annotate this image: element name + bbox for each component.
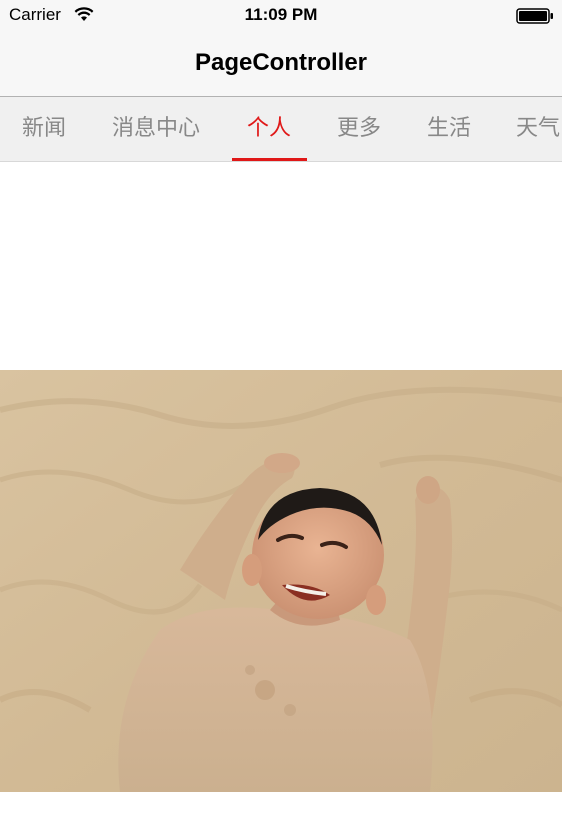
tab-more[interactable]: 更多: [337, 97, 381, 161]
page-content[interactable]: [0, 162, 562, 815]
status-time: 11:09 PM: [244, 5, 318, 24]
tab-life[interactable]: 生活: [427, 97, 471, 161]
tab-personal[interactable]: 个人: [247, 97, 291, 161]
tab-message-center[interactable]: 消息中心: [112, 97, 200, 161]
tab-news[interactable]: 新闻: [22, 97, 66, 161]
battery-icon: [516, 8, 553, 24]
active-tab-indicator: [232, 158, 307, 161]
status-bar: Carrier 11:09 PM: [0, 0, 562, 32]
tab-bar: 新闻 消息中心 个人 更多 生活 天气: [0, 97, 562, 162]
navigation-bar: PageController: [0, 32, 562, 97]
page-title: PageController: [194, 49, 368, 76]
tab-weather[interactable]: 天气: [516, 97, 560, 161]
child-buried-in-sand-photo: [0, 370, 562, 792]
